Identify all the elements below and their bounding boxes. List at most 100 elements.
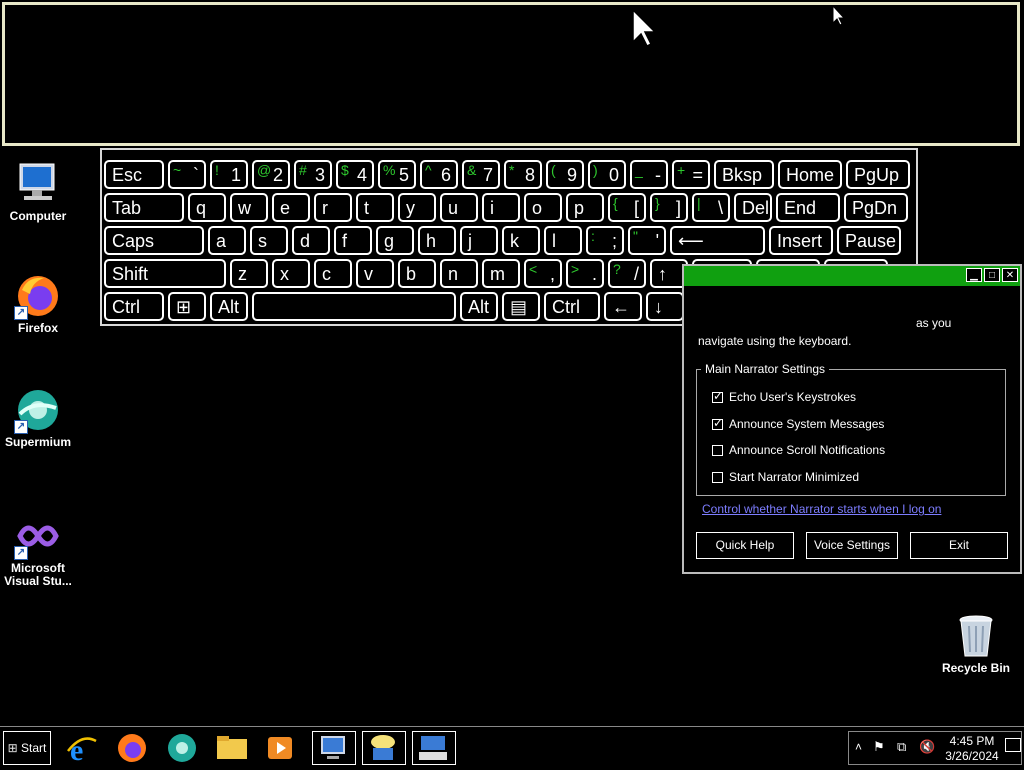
key-tilde[interactable]: ~ `: [168, 160, 206, 189]
key-j[interactable]: j: [460, 226, 498, 255]
narrator-option-2[interactable]: ✓ Announce System Messages: [712, 416, 884, 433]
desktop-icon-computer[interactable]: Computer: [0, 160, 76, 223]
key-comma[interactable]: <,: [524, 259, 562, 288]
exit-button[interactable]: Exit: [910, 532, 1008, 559]
key-space[interactable]: [252, 292, 456, 321]
close-button[interactable]: ✕: [1002, 268, 1018, 282]
key-insert[interactable]: Insert: [769, 226, 833, 255]
quick-help-button[interactable]: Quick Help: [696, 532, 794, 559]
key-t[interactable]: t: [356, 193, 394, 222]
narrator-option-1[interactable]: ✓ Echo User's Keystrokes: [712, 389, 856, 406]
taskbar-file-explorer[interactable]: [214, 731, 256, 765]
taskbar-internet-explorer[interactable]: e: [64, 731, 106, 767]
key-rbracket[interactable]: }]: [650, 193, 688, 222]
taskbar-app-on-screen-keyboard[interactable]: [412, 731, 456, 765]
key-pause[interactable]: Pause: [837, 226, 901, 255]
key-minus[interactable]: _ -: [630, 160, 668, 189]
narrator-startup-link[interactable]: Control whether Narrator starts when I l…: [702, 502, 941, 516]
show-desktop-icon[interactable]: [1005, 738, 1021, 752]
key-quote[interactable]: " ': [628, 226, 666, 255]
key-pgdn[interactable]: PgDn: [844, 193, 908, 222]
key-z[interactable]: z: [230, 259, 268, 288]
key-r[interactable]: r: [314, 193, 352, 222]
narrator-option-3[interactable]: Announce Scroll Notifications: [712, 443, 885, 459]
checkbox[interactable]: [712, 445, 723, 457]
key-x[interactable]: x: [272, 259, 310, 288]
key-left[interactable]: ←: [604, 292, 642, 321]
key-4[interactable]: $4: [336, 160, 374, 189]
key-m[interactable]: m: [482, 259, 520, 288]
key-ralt[interactable]: Alt: [460, 292, 498, 321]
key-3[interactable]: #3: [294, 160, 332, 189]
key-caps[interactable]: Caps: [104, 226, 204, 255]
checkbox[interactable]: ✓: [712, 389, 723, 404]
key-slash[interactable]: ? /: [608, 259, 646, 288]
key-rctrl[interactable]: Ctrl: [544, 292, 600, 321]
key-tab[interactable]: Tab: [104, 193, 184, 222]
key-w[interactable]: w: [230, 193, 268, 222]
key-semicolon[interactable]: :;: [586, 226, 624, 255]
key-k[interactable]: k: [502, 226, 540, 255]
network-icon[interactable]: ⧉: [897, 739, 906, 755]
key-a[interactable]: a: [208, 226, 246, 255]
key-lalt[interactable]: Alt: [210, 292, 248, 321]
desktop-icon-firefox[interactable]: ↗ Firefox: [0, 272, 76, 335]
desktop-icon-recycle-bin[interactable]: Recycle Bin: [936, 612, 1016, 675]
checkbox[interactable]: [712, 472, 723, 484]
key-o[interactable]: o: [524, 193, 562, 222]
key-lctrl[interactable]: Ctrl: [104, 292, 164, 321]
key-bksp[interactable]: Bksp: [714, 160, 774, 189]
key-n[interactable]: n: [440, 259, 478, 288]
minimize-button[interactable]: ▁: [966, 268, 982, 282]
key-1[interactable]: ! 1: [210, 160, 248, 189]
key-e[interactable]: e: [272, 193, 310, 222]
key-backslash[interactable]: | \: [692, 193, 730, 222]
key-down[interactable]: ↓: [646, 292, 684, 321]
voice-settings-button[interactable]: Voice Settings: [806, 532, 898, 559]
key-equals[interactable]: + =: [672, 160, 710, 189]
key-l[interactable]: l: [544, 226, 582, 255]
checkbox[interactable]: ✓: [712, 416, 723, 431]
desktop-icon-visual-studio[interactable]: ↗ Microsoft Visual Stu...: [0, 512, 76, 588]
key-6[interactable]: ^ 6: [420, 160, 458, 189]
key-end[interactable]: End: [776, 193, 840, 222]
key-lbracket[interactable]: {[: [608, 193, 646, 222]
key-y[interactable]: y: [398, 193, 436, 222]
key-q[interactable]: q: [188, 193, 226, 222]
key-u[interactable]: u: [440, 193, 478, 222]
maximize-button[interactable]: □: [984, 268, 1000, 282]
key-2[interactable]: @2: [252, 160, 290, 189]
key-home[interactable]: Home: [778, 160, 842, 189]
desktop-icon-supermium[interactable]: ↗ Supermium: [0, 386, 76, 449]
key-pgup[interactable]: PgUp: [846, 160, 910, 189]
key-9[interactable]: (9: [546, 160, 584, 189]
key-b[interactable]: b: [398, 259, 436, 288]
key-lshift[interactable]: Shift: [104, 259, 226, 288]
key-win[interactable]: ⊞: [168, 292, 206, 321]
taskbar-firefox[interactable]: [114, 731, 156, 765]
key-d[interactable]: d: [292, 226, 330, 255]
key-del[interactable]: Del: [734, 193, 772, 222]
key-period[interactable]: >.: [566, 259, 604, 288]
volume-muted-icon[interactable]: 🔇: [919, 739, 935, 755]
key-c[interactable]: c: [314, 259, 352, 288]
clock[interactable]: 4:45 PM 3/26/2024: [939, 734, 1005, 764]
action-center-flag-icon[interactable]: ⚑: [873, 739, 885, 755]
show-hidden-icons-button[interactable]: ˄: [855, 740, 862, 754]
taskbar-app-magnifier[interactable]: [312, 731, 356, 765]
taskbar-supermium[interactable]: [164, 731, 206, 765]
key-enter[interactable]: ⟵: [670, 226, 765, 255]
key-s[interactable]: s: [250, 226, 288, 255]
start-button[interactable]: ⊞ Start: [3, 731, 51, 765]
key-7[interactable]: & 7: [462, 160, 500, 189]
key-f[interactable]: f: [334, 226, 372, 255]
key-h[interactable]: h: [418, 226, 456, 255]
key-g[interactable]: g: [376, 226, 414, 255]
key-p[interactable]: p: [566, 193, 604, 222]
taskbar-media-player[interactable]: [262, 731, 304, 765]
narrator-option-4[interactable]: Start Narrator Minimized: [712, 470, 859, 486]
key-v[interactable]: v: [356, 259, 394, 288]
key-5[interactable]: % 5: [378, 160, 416, 189]
key-esc[interactable]: Esc: [104, 160, 164, 189]
key-0[interactable]: ) 0: [588, 160, 626, 189]
